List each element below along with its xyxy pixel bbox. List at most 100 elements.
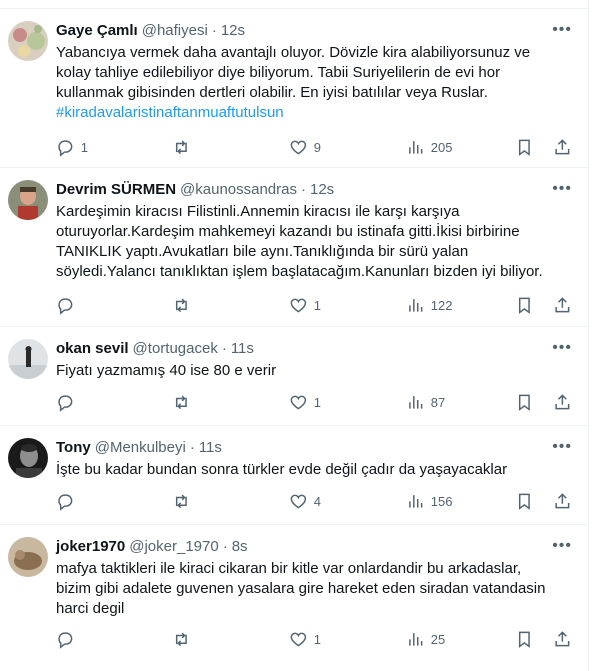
author-name[interactable]: Devrim SÜRMEN: [56, 180, 176, 200]
views-button[interactable]: 25: [406, 630, 445, 649]
share-icon: [555, 297, 570, 313]
separator-dot: ·: [189, 439, 195, 456]
share-button[interactable]: [553, 630, 572, 649]
retweet-button[interactable]: [172, 393, 197, 412]
reply-button[interactable]: [56, 630, 81, 649]
author-handle[interactable]: @hafiyesi: [142, 21, 208, 41]
bookmark-button[interactable]: [515, 138, 534, 157]
avatar[interactable]: [8, 180, 48, 220]
more-options-icon[interactable]: •••: [552, 438, 572, 456]
reply-button[interactable]: [56, 492, 81, 511]
tweet-text-line: kullanmak gibisinden dertleri olabilir. …: [56, 84, 488, 101]
avatar[interactable]: [8, 21, 48, 61]
reply-button[interactable]: 1: [56, 138, 88, 157]
like-button[interactable]: 9: [289, 138, 321, 157]
bookmark-icon: [519, 139, 531, 156]
author-handle[interactable]: @Menkulbeyi: [95, 438, 186, 458]
share-button[interactable]: [553, 296, 572, 315]
tweet-actions: 1 87: [56, 393, 572, 413]
views-button[interactable]: 87: [406, 393, 445, 412]
tweet-text-line: İşte bu kadar bundan sonra türkler evde …: [56, 461, 508, 478]
tweet-text-line: mafya taktikleri ile kiraci cikaran bir …: [56, 560, 522, 577]
tweet-header: joker1970 @joker_1970 · 8s: [56, 537, 572, 557]
avatar[interactable]: [8, 537, 48, 577]
views-chart-icon: [409, 141, 423, 154]
retweet-icon: [175, 298, 187, 313]
bookmark-button[interactable]: [515, 492, 534, 511]
heart-icon: [290, 632, 307, 647]
views-count: 205: [430, 139, 453, 155]
author-handle[interactable]: @tortugacek: [133, 339, 218, 359]
avatar[interactable]: [8, 438, 48, 478]
reply-icon: [58, 632, 73, 649]
tweet-content: joker1970 @joker_1970 · 8s ••• mafya tak…: [56, 537, 572, 619]
more-options-icon[interactable]: •••: [552, 21, 572, 39]
views-chart-icon: [409, 396, 423, 409]
separator-dot: ·: [221, 340, 227, 357]
more-options-icon[interactable]: •••: [552, 180, 572, 198]
tweet[interactable]: Tony @Menkulbeyi · 11s ••• İşte bu kadar…: [0, 426, 588, 525]
share-button[interactable]: [553, 492, 572, 511]
heart-icon: [290, 395, 307, 410]
timestamp[interactable]: 12s: [221, 21, 245, 41]
timestamp[interactable]: 12s: [310, 180, 334, 200]
views-button[interactable]: 122: [406, 296, 452, 315]
tweet-header: Devrim SÜRMEN @kaunossandras · 12s: [56, 180, 572, 200]
tweet[interactable]: joker1970 @joker_1970 · 8s ••• mafya tak…: [0, 525, 588, 663]
separator-dot: ·: [301, 181, 306, 198]
timestamp[interactable]: 8s: [232, 537, 248, 557]
bookmark-button[interactable]: [515, 393, 534, 412]
share-icon: [555, 139, 570, 155]
bookmark-button[interactable]: [515, 630, 534, 649]
timestamp[interactable]: 11s: [231, 339, 254, 359]
author-handle[interactable]: @joker_1970: [129, 537, 218, 557]
separator-dot: ·: [222, 538, 228, 555]
share-button[interactable]: [553, 393, 572, 412]
author-name[interactable]: Tony: [56, 438, 91, 458]
like-count: 1: [313, 394, 321, 410]
like-button[interactable]: 1: [289, 630, 321, 649]
retweet-button[interactable]: [172, 296, 197, 315]
tweet[interactable]: Gaye Çamlı @hafiyesi · 12s ••• Yabancıya…: [0, 9, 588, 168]
more-options-icon[interactable]: •••: [552, 339, 572, 357]
timeline-top-divider: [0, 0, 588, 9]
tweet-actions: 1 25: [56, 630, 572, 650]
tweet-text-line: kolay tahliye edilebiliyor diye biliyoru…: [56, 64, 501, 81]
reply-button[interactable]: [56, 393, 81, 412]
retweet-button[interactable]: [172, 492, 197, 511]
views-button[interactable]: 205: [406, 138, 452, 157]
like-button[interactable]: 4: [289, 492, 321, 511]
like-button[interactable]: 1: [289, 296, 321, 315]
author-handle[interactable]: @kaunossandras: [180, 180, 297, 200]
author-name[interactable]: Gaye Çamlı: [56, 21, 138, 41]
hashtag-link[interactable]: #kiradavalaristinaftanmuaftutulsun: [56, 103, 572, 123]
like-count: 4: [313, 493, 321, 509]
tweet-text-line: oturuyorlar.Kardeşim mahkemeyi kazandı b…: [56, 223, 520, 240]
retweet-button[interactable]: [172, 138, 197, 157]
tweet-text-line: Fiyatı yazmamış 40 ise 80 e verir: [56, 362, 277, 379]
tweet-text: Fiyatı yazmamış 40 ise 80 e verir: [56, 361, 572, 381]
author-name[interactable]: joker1970: [56, 537, 125, 557]
tweet-text-line: TANIKLIK yaptı.Avukatları bile aynı.Tanı…: [56, 243, 469, 260]
views-button[interactable]: 156: [406, 492, 452, 511]
tweet[interactable]: Devrim SÜRMEN @kaunossandras · 12s ••• K…: [0, 168, 588, 327]
reply-icon: [58, 298, 73, 315]
tweet-text: İşte bu kadar bundan sonra türkler evde …: [56, 460, 572, 480]
reply-count: 1: [80, 139, 88, 155]
like-button[interactable]: 1: [289, 393, 321, 412]
avatar[interactable]: [8, 339, 48, 379]
timestamp[interactable]: 11s: [199, 438, 222, 458]
bookmark-icon: [519, 493, 531, 510]
more-options-icon[interactable]: •••: [552, 537, 572, 555]
retweet-button[interactable]: [172, 630, 197, 649]
tweet-header: okan sevil @tortugacek · 11s: [56, 339, 572, 359]
bookmark-icon: [519, 297, 531, 314]
reply-button[interactable]: [56, 296, 81, 315]
share-button[interactable]: [553, 138, 572, 157]
author-name[interactable]: okan sevil: [56, 339, 129, 359]
tweet-text-line: Yabancıya vermek daha avantajlı oluyor. …: [56, 44, 531, 61]
tweet[interactable]: okan sevil @tortugacek · 11s ••• Fiyatı …: [0, 327, 588, 426]
bookmark-button[interactable]: [515, 296, 534, 315]
tweet-content: Tony @Menkulbeyi · 11s ••• İşte bu kadar…: [56, 438, 572, 480]
bookmark-icon: [519, 631, 531, 648]
